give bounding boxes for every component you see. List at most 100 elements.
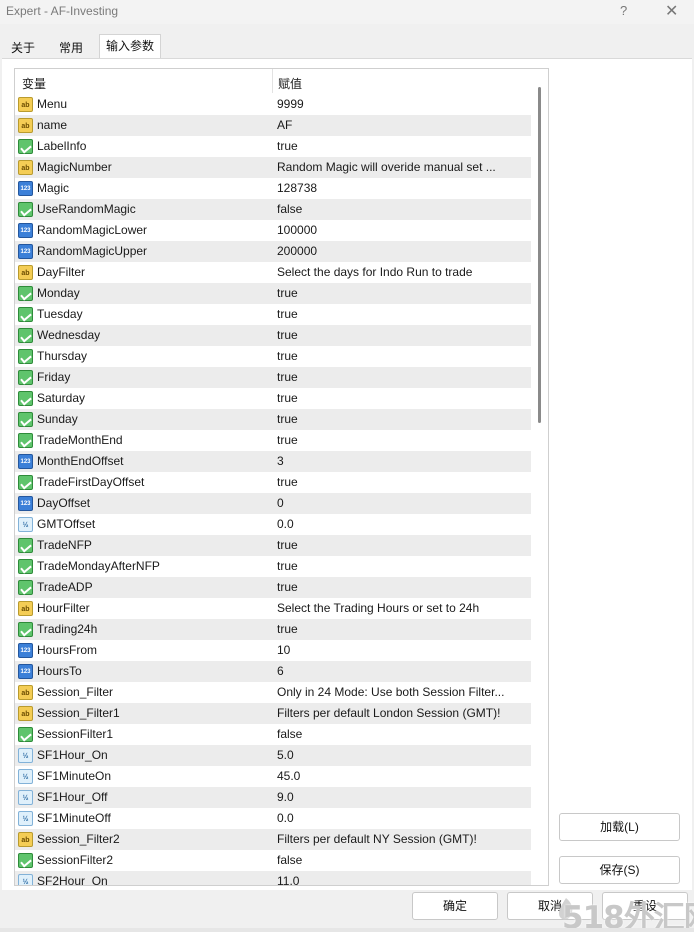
- table-row[interactable]: 123 DayOffset 0: [15, 493, 531, 514]
- parameter-value[interactable]: 6: [277, 664, 529, 678]
- parameter-value[interactable]: true: [277, 538, 529, 552]
- table-row[interactable]: Friday true: [15, 367, 531, 388]
- window-bottom-edge: [0, 928, 694, 932]
- table-row[interactable]: Wednesday true: [15, 325, 531, 346]
- table-row[interactable]: ab MagicNumber Random Magic will overide …: [15, 157, 531, 178]
- parameter-value[interactable]: true: [277, 433, 529, 447]
- parameter-value[interactable]: 200000: [277, 244, 529, 258]
- table-row[interactable]: 123 RandomMagicLower 100000: [15, 220, 531, 241]
- parameter-value[interactable]: Random Magic will overide manual set ...: [277, 160, 529, 174]
- table-row[interactable]: SessionFilter2 false: [15, 850, 531, 871]
- table-row[interactable]: 123 Magic 128738: [15, 178, 531, 199]
- close-icon[interactable]: ✕: [665, 1, 678, 21]
- parameter-value[interactable]: true: [277, 139, 529, 153]
- parameter-value[interactable]: Filters per default London Session (GMT)…: [277, 706, 529, 720]
- table-row[interactable]: 123 MonthEndOffset 3: [15, 451, 531, 472]
- table-row[interactable]: Sunday true: [15, 409, 531, 430]
- table-row[interactable]: 123 HoursTo 6: [15, 661, 531, 682]
- parameter-value[interactable]: 100000: [277, 223, 529, 237]
- parameter-value[interactable]: true: [277, 286, 529, 300]
- parameter-value[interactable]: 9999: [277, 97, 529, 111]
- table-row[interactable]: SessionFilter1 false: [15, 724, 531, 745]
- table-row[interactable]: ½ SF2Hour_On 11.0: [15, 871, 531, 885]
- tab-common[interactable]: 常用: [52, 37, 90, 58]
- table-row[interactable]: TradeMonthEnd true: [15, 430, 531, 451]
- parameter-name: SF1MinuteOn: [37, 769, 112, 783]
- table-row[interactable]: TradeADP true: [15, 577, 531, 598]
- parameter-value[interactable]: 0.0: [277, 811, 529, 825]
- parameter-value[interactable]: 9.0: [277, 790, 529, 804]
- parameter-value[interactable]: true: [277, 307, 529, 321]
- table-row[interactable]: ab Session_Filter Only in 24 Mode: Use bo…: [15, 682, 531, 703]
- parameter-value[interactable]: Select the Trading Hours or set to 24h: [277, 601, 529, 615]
- table-row[interactable]: 123 HoursFrom 10: [15, 640, 531, 661]
- parameter-value[interactable]: 11.0: [277, 874, 529, 885]
- table-row[interactable]: ½ SF1Hour_On 5.0: [15, 745, 531, 766]
- parameter-value[interactable]: false: [277, 727, 529, 741]
- tab-about[interactable]: 关于: [4, 37, 42, 58]
- parameter-value[interactable]: AF: [277, 118, 529, 132]
- table-row[interactable]: 123 RandomMagicUpper 200000: [15, 241, 531, 262]
- table-row[interactable]: Trading24h true: [15, 619, 531, 640]
- double-type-icon: ½: [18, 769, 33, 784]
- parameter-value[interactable]: true: [277, 412, 529, 426]
- table-row[interactable]: ab Session_Filter1 Filters per default Lo…: [15, 703, 531, 724]
- table-row[interactable]: UseRandomMagic false: [15, 199, 531, 220]
- parameter-value[interactable]: true: [277, 580, 529, 594]
- parameter-value[interactable]: 45.0: [277, 769, 529, 783]
- parameter-value[interactable]: true: [277, 559, 529, 573]
- table-row[interactable]: Saturday true: [15, 388, 531, 409]
- parameter-value[interactable]: false: [277, 202, 529, 216]
- parameter-value[interactable]: true: [277, 349, 529, 363]
- boolean-type-icon: [18, 328, 33, 343]
- table-row[interactable]: ½ GMTOffset 0.0: [15, 514, 531, 535]
- parameter-value[interactable]: Only in 24 Mode: Use both Session Filter…: [277, 685, 529, 699]
- help-icon[interactable]: ?: [620, 3, 627, 18]
- parameter-name: Wednesday: [37, 328, 101, 342]
- parameter-value[interactable]: 0: [277, 496, 529, 510]
- load-button[interactable]: 加载(L): [559, 813, 680, 841]
- table-row[interactable]: LabelInfo true: [15, 136, 531, 157]
- column-header-value[interactable]: 赋值: [278, 75, 302, 92]
- table-row[interactable]: ab HourFilter Select the Trading Hours or…: [15, 598, 531, 619]
- parameter-value[interactable]: true: [277, 622, 529, 636]
- save-button[interactable]: 保存(S): [559, 856, 680, 884]
- string-type-icon: ab: [18, 601, 33, 616]
- table-row[interactable]: ½ SF1MinuteOff 0.0: [15, 808, 531, 829]
- integer-type-icon: 123: [18, 181, 33, 196]
- table-row[interactable]: Monday true: [15, 283, 531, 304]
- table-row[interactable]: ½ SF1Hour_Off 9.0: [15, 787, 531, 808]
- table-row[interactable]: ½ SF1MinuteOn 45.0: [15, 766, 531, 787]
- parameter-name: HourFilter: [37, 601, 90, 615]
- boolean-type-icon: [18, 538, 33, 553]
- parameter-value[interactable]: 10: [277, 643, 529, 657]
- table-row[interactable]: Thursday true: [15, 346, 531, 367]
- parameter-value[interactable]: 5.0: [277, 748, 529, 762]
- parameter-value[interactable]: Select the days for Indo Run to trade: [277, 265, 529, 279]
- parameter-value[interactable]: Filters per default NY Session (GMT)!: [277, 832, 529, 846]
- parameter-value[interactable]: true: [277, 370, 529, 384]
- table-row[interactable]: ab Menu 9999: [15, 94, 531, 115]
- tab-inputs[interactable]: 输入参数: [99, 34, 162, 59]
- table-row[interactable]: ab name AF: [15, 115, 531, 136]
- parameter-value[interactable]: true: [277, 475, 529, 489]
- table-row[interactable]: Tuesday true: [15, 304, 531, 325]
- tab-strip: 关于 常用 输入参数: [0, 34, 694, 59]
- parameter-value[interactable]: true: [277, 328, 529, 342]
- table-row[interactable]: TradeNFP true: [15, 535, 531, 556]
- parameter-value[interactable]: true: [277, 391, 529, 405]
- column-header-variable[interactable]: 变量: [22, 75, 46, 92]
- table-row[interactable]: ab DayFilter Select the days for Indo Run…: [15, 262, 531, 283]
- ok-button[interactable]: 确定: [412, 892, 498, 920]
- parameter-value[interactable]: 128738: [277, 181, 529, 195]
- string-type-icon: ab: [18, 265, 33, 280]
- parameter-value[interactable]: 0.0: [277, 517, 529, 531]
- table-row[interactable]: TradeFirstDayOffset true: [15, 472, 531, 493]
- parameter-value[interactable]: false: [277, 853, 529, 867]
- column-divider[interactable]: [272, 69, 273, 93]
- table-row[interactable]: TradeMondayAfterNFP true: [15, 556, 531, 577]
- scrollbar-thumb[interactable]: [538, 87, 541, 423]
- table-row[interactable]: ab Session_Filter2 Filters per default NY…: [15, 829, 531, 850]
- parameter-value[interactable]: 3: [277, 454, 529, 468]
- parameter-name: SF1Hour_On: [37, 748, 108, 762]
